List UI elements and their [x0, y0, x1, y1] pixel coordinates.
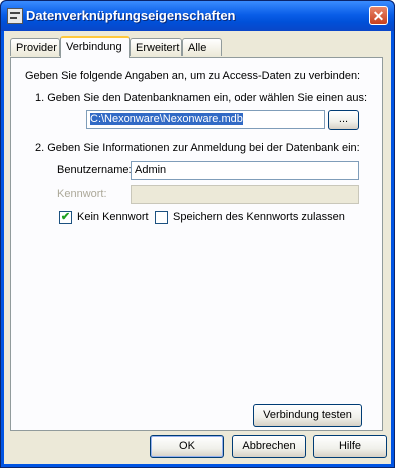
username-label: Benutzername:	[57, 164, 132, 176]
no-password-label[interactable]: Kein Kennwort	[77, 211, 149, 223]
test-connection-button[interactable]: Verbindung testen	[253, 404, 362, 427]
database-name-input[interactable]: C:\Nexonware\Nexonware.mdb	[86, 110, 325, 129]
username-input[interactable]: Admin	[131, 161, 359, 180]
cancel-button[interactable]: Abbrechen	[232, 435, 306, 458]
step1-label: 1. Geben Sie den Datenbanknamen ein, ode…	[35, 92, 368, 104]
title-bar[interactable]: Datenverknüpfungseigenschaften ✕	[1, 1, 394, 31]
browse-button[interactable]: ...	[328, 110, 359, 130]
window-title: Datenverknüpfungseigenschaften	[26, 8, 236, 23]
no-password-checkbox[interactable]: ✔	[59, 211, 72, 224]
intro-text: Geben Sie folgende Angaben an, um zu Acc…	[25, 70, 361, 82]
tab-verbindung[interactable]: Verbindung	[60, 36, 130, 58]
dialog-client: Provider Verbindung Erweitert Alle Geben…	[4, 31, 391, 464]
data-link-icon	[7, 8, 23, 24]
ok-button[interactable]: OK	[150, 435, 224, 458]
help-button[interactable]: Hilfe	[313, 435, 387, 458]
save-password-checkbox[interactable]	[155, 211, 168, 224]
password-label: Kennwort:	[57, 188, 107, 200]
tab-alle[interactable]: Alle	[182, 38, 222, 56]
password-input[interactable]	[131, 185, 359, 204]
save-password-label[interactable]: Speichern des Kennworts zulassen	[173, 211, 345, 223]
tab-erweitert[interactable]: Erweitert	[130, 38, 182, 56]
tab-panel-verbindung: Geben Sie folgende Angaben an, um zu Acc…	[10, 57, 383, 431]
step2-label: 2. Geben Sie Informationen zur Anmeldung…	[35, 142, 360, 154]
dialog-window: Datenverknüpfungseigenschaften ✕ Provide…	[0, 0, 395, 468]
database-name-value: C:\Nexonware\Nexonware.mdb	[90, 113, 243, 125]
close-button[interactable]: ✕	[369, 6, 388, 25]
tab-provider[interactable]: Provider	[10, 38, 60, 56]
